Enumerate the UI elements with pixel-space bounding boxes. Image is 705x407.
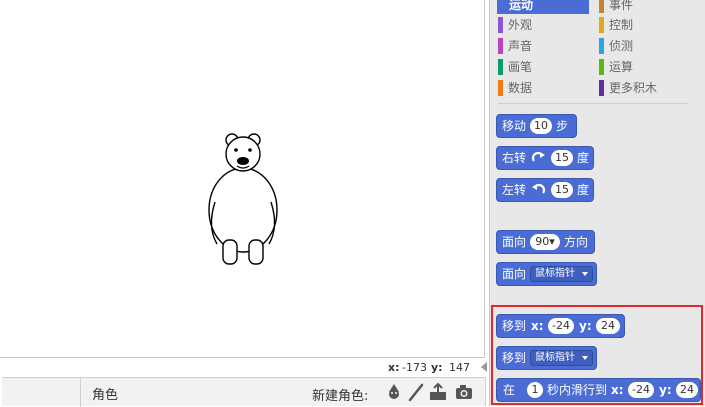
x-input[interactable]: -24: [628, 382, 654, 398]
move-steps-block[interactable]: 移动 10 步: [496, 114, 577, 138]
sprite-pane-header: 角色 新建角色:: [2, 377, 486, 407]
y-input[interactable]: 24: [676, 382, 698, 398]
category-label: 画笔: [508, 60, 533, 74]
coords-x-label: x:: [388, 361, 400, 374]
category-operators[interactable]: 运算: [599, 58, 689, 76]
category-looks[interactable]: 外观: [498, 16, 588, 34]
x-label: x:: [531, 319, 544, 333]
block-label: 移到: [502, 319, 527, 333]
divider: [80, 378, 81, 407]
coords-y-label: y:: [431, 361, 443, 374]
category-color-bar: [498, 17, 503, 33]
category-color-bar: [599, 0, 604, 13]
chevron-down-icon: [582, 356, 588, 360]
block-unit: 步: [556, 119, 569, 133]
category-label: 声音: [508, 39, 533, 53]
x-label: x:: [611, 383, 624, 397]
point-in-direction-block[interactable]: 面向 90▾ 方向: [496, 230, 595, 254]
block-text: 秒内滑行到: [547, 383, 608, 397]
block-label: 面向: [502, 267, 527, 281]
category-color-bar: [498, 59, 503, 75]
mouse-coordinates: x: -173 y: 147: [360, 360, 490, 376]
category-sensing[interactable]: 侦测: [599, 37, 689, 55]
category-label: 运算: [609, 60, 634, 74]
upload-icon[interactable]: [428, 382, 448, 402]
degrees-input[interactable]: 15: [551, 150, 573, 166]
category-motion[interactable]: 运动: [497, 0, 589, 14]
category-data[interactable]: 数据: [498, 79, 588, 97]
category-color-bar: [599, 80, 604, 96]
rotate-ccw-icon: [532, 183, 546, 194]
turn-right-block[interactable]: 右转 15 度: [496, 146, 594, 170]
category-label: 运动: [509, 0, 534, 12]
category-label: 外观: [508, 18, 533, 32]
category-control[interactable]: 控制: [599, 16, 689, 34]
coords-x-value: -173: [402, 361, 427, 374]
seconds-input[interactable]: 1: [527, 382, 543, 398]
polar-bear-sprite[interactable]: [205, 132, 283, 268]
glide-block[interactable]: 在 1 秒内滑行到 x: -24 y: 24: [496, 378, 701, 402]
block-unit: 度: [577, 183, 590, 197]
category-events[interactable]: 事件: [599, 0, 689, 14]
category-color-bar: [599, 17, 604, 33]
target-dropdown[interactable]: 鼠标指针: [530, 350, 593, 366]
category-color-bar: [599, 59, 604, 75]
category-sound[interactable]: 声音: [498, 37, 588, 55]
category-pen[interactable]: 画笔: [498, 58, 588, 76]
degrees-input[interactable]: 15: [551, 182, 573, 198]
coords-y-value: 147: [449, 361, 470, 374]
category-more-blocks[interactable]: 更多积木: [599, 79, 689, 97]
y-label: y:: [579, 319, 592, 333]
category-label: 数据: [508, 81, 533, 95]
category-color-bar: [498, 80, 503, 96]
point-towards-block[interactable]: 面向 鼠标指针: [496, 262, 597, 286]
camera-icon[interactable]: [454, 382, 474, 402]
block-label: 右转: [502, 151, 527, 165]
chevron-down-icon: [582, 272, 588, 276]
collapse-arrow-icon[interactable]: [481, 362, 487, 372]
divider: [498, 103, 688, 104]
block-label: 面向: [502, 235, 527, 249]
direction-dropdown[interactable]: 90▾: [530, 234, 560, 250]
rotate-cw-icon: [531, 151, 545, 162]
new-sprite-label: 新建角色:: [312, 389, 369, 404]
category-label: 事件: [609, 0, 634, 12]
block-label: 左转: [502, 183, 527, 197]
block-unit: 度: [577, 151, 590, 165]
block-unit: 方向: [564, 235, 589, 249]
block-label: 移动: [502, 119, 527, 133]
y-label: y:: [659, 383, 672, 397]
stage[interactable]: [0, 0, 485, 358]
go-to-xy-block[interactable]: 移到 x: -24 y: 24: [496, 314, 625, 338]
sprites-title: 角色: [92, 388, 119, 403]
category-color-bar: [599, 38, 604, 54]
category-label: 侦测: [609, 39, 634, 53]
paint-brush-icon[interactable]: [406, 382, 426, 402]
turn-left-block[interactable]: 左转 15 度: [496, 178, 594, 202]
category-label: 更多积木: [609, 81, 658, 95]
block-label: 在: [503, 383, 516, 397]
go-to-target-block[interactable]: 移到 鼠标指针: [496, 346, 597, 370]
target-dropdown[interactable]: 鼠标指针: [530, 266, 593, 282]
category-label: 控制: [609, 18, 634, 32]
dropdown-value: 鼠标指针: [535, 352, 575, 363]
dropdown-value: 鼠标指针: [535, 268, 575, 279]
block-label: 移到: [502, 351, 527, 365]
y-input[interactable]: 24: [596, 318, 620, 334]
x-input[interactable]: -24: [548, 318, 574, 334]
category-color-bar: [498, 38, 503, 54]
steps-input[interactable]: 10: [530, 118, 552, 134]
choose-from-library-icon[interactable]: [384, 382, 404, 402]
